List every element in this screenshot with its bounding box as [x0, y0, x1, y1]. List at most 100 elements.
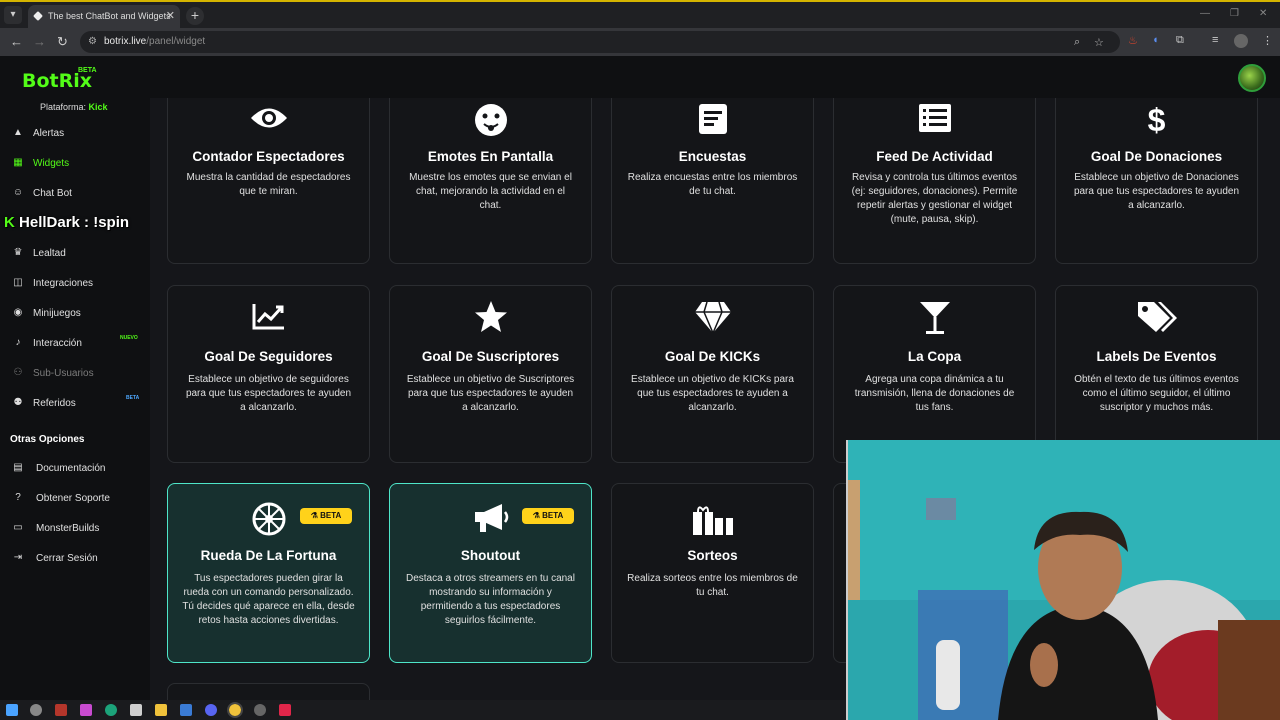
app-icon[interactable] — [180, 704, 192, 716]
users-icon: ⚇ — [13, 367, 23, 378]
media-controls-icon[interactable]: ≡ — [1212, 34, 1218, 46]
widget-card-rueda-de-la-fortuna[interactable]: ⚗ BETA Rueda De La Fortuna Tus espectado… — [167, 483, 370, 663]
browser-menu-icon[interactable]: ⋮ — [1262, 34, 1273, 47]
tags-icon — [1056, 300, 1257, 334]
sidebar-item-sub-usuarios[interactable]: ⚇ Sub-Usuarios — [0, 361, 150, 387]
widget-card-sorteos[interactable]: Sorteos Realiza sorteos entre los miembr… — [611, 483, 814, 663]
restore-icon[interactable]: ❐ — [1230, 8, 1239, 19]
widget-card-goal-de-suscriptores[interactable]: Goal De Suscriptores Establece un objeti… — [389, 285, 592, 463]
other-options-title: Otras Opciones — [10, 434, 85, 445]
discord-icon[interactable] — [205, 704, 217, 716]
address-bar[interactable]: ⚙ botrix.live/panel/widget ⌕ ☆ — [80, 31, 1120, 53]
profile-icon[interactable] — [1234, 34, 1248, 48]
extensions-icon[interactable]: ⧉ — [1176, 34, 1184, 47]
trophy-icon: ♛ — [13, 247, 23, 258]
tab-close-icon[interactable]: ✕ — [166, 5, 175, 28]
widget-card-partial-bottom[interactable] — [167, 683, 370, 700]
robot-icon: ☺ — [12, 187, 24, 198]
site-favicon-icon — [33, 11, 43, 21]
sidebar-item-widgets[interactable]: ▦ Widgets — [0, 151, 150, 177]
widget-card-labels-de-eventos[interactable]: Labels De Eventos Obtén el texto de tus … — [1055, 285, 1258, 463]
widget-card-contador-espectadores[interactable]: Contador Espectadores Muestra la cantida… — [167, 98, 370, 264]
chat-username: HellDark — [19, 214, 80, 231]
zoom-icon[interactable]: ⌕ — [1074, 36, 1080, 49]
gifts-icon — [612, 502, 813, 536]
poll-icon — [612, 103, 813, 137]
close-window-icon[interactable]: ✕ — [1259, 8, 1267, 19]
dollar-icon: $ — [1147, 102, 1166, 138]
widget-card-encuestas[interactable]: Encuestas Realiza encuestas entre los mi… — [611, 98, 814, 264]
logo-beta-badge: BETA — [78, 67, 97, 74]
diamond-icon — [612, 300, 813, 334]
search-icon[interactable] — [30, 704, 42, 716]
browser-tab-bar: ▾ The best ChatBot and Widgets ✕ + — ❐ ✕ — [0, 0, 1280, 28]
sidebar-item-chat-bot[interactable]: ☺ Chat Bot — [0, 181, 150, 207]
app-icon[interactable] — [130, 704, 142, 716]
widget-card-goal-de-kicks[interactable]: Goal De KICKs Establece un objetivo de K… — [611, 285, 814, 463]
extension-fire-icon[interactable]: ♨ — [1128, 34, 1138, 47]
laptop-icon: ▭ — [13, 522, 23, 533]
app-icon[interactable] — [254, 704, 266, 716]
widget-card-feed-de-actividad[interactable]: Feed De Actividad Revisa y controla tus … — [833, 98, 1036, 264]
tab-search-button[interactable]: ▾ — [4, 6, 22, 24]
app-icon[interactable] — [279, 704, 291, 716]
kick-chat-icon: K — [4, 214, 15, 231]
minimize-icon[interactable]: — — [1200, 8, 1210, 19]
browser-tab[interactable]: The best ChatBot and Widgets ✕ — [28, 5, 180, 28]
widget-card-shoutout[interactable]: ⚗ BETA Shoutout Destaca a otros streamer… — [389, 483, 592, 663]
cocktail-icon — [834, 300, 1035, 334]
grid-icon: ▦ — [13, 157, 23, 168]
reload-icon[interactable]: ↻ — [57, 34, 68, 50]
app-icon[interactable] — [55, 704, 67, 716]
music-icon: ♪ — [15, 337, 21, 348]
app-icon[interactable] — [80, 704, 92, 716]
sidebar-item-alertas[interactable]: ▲ Alertas — [0, 121, 150, 147]
url-text: botrix.live/panel/widget — [104, 36, 206, 47]
sidebar-item-monsterbuilds[interactable]: ▭ MonsterBuilds — [0, 516, 150, 542]
beta-badge: ⚗ BETA — [300, 508, 352, 524]
widget-card-la-copa[interactable]: La Copa Agrega una copa dinámica a tu tr… — [833, 285, 1036, 463]
book-icon: ▤ — [13, 462, 23, 473]
nuevo-badge: NUEVO — [120, 335, 138, 341]
bookmark-star-icon[interactable]: ☆ — [1094, 36, 1104, 49]
folder-icon[interactable] — [155, 704, 167, 716]
widget-card-goal-de-donaciones[interactable]: $ Goal De Donaciones Establece un objeti… — [1055, 98, 1258, 264]
sidebar-item-documentacion[interactable]: ▤ Documentación — [0, 456, 150, 482]
app-header: BotRix BETA — [0, 56, 1280, 98]
sidebar-item-soporte[interactable]: ? Obtener Soporte — [0, 486, 150, 512]
forward-icon[interactable]: → — [33, 34, 46, 49]
people-icon: ⚉ — [13, 397, 23, 408]
logout-icon: ⇥ — [13, 552, 23, 563]
sidebar-item-interaccion[interactable]: ♪ Interacción NUEVO — [0, 331, 150, 357]
tab-title: The best ChatBot and Widgets — [48, 11, 171, 21]
eye-icon — [168, 103, 369, 137]
user-avatar[interactable] — [1238, 64, 1266, 92]
sidebar-item-referidos[interactable]: ⚉ Referidos BETA — [0, 391, 150, 417]
sidebar-item-integraciones[interactable]: ◫ Integraciones — [0, 271, 150, 297]
help-icon: ? — [15, 492, 21, 503]
plug-icon: ◫ — [13, 277, 23, 288]
stream-chat-overlay: K HellDark : !spin — [4, 214, 129, 231]
sidebar-item-minijuegos[interactable]: ◉ Minijuegos — [0, 301, 150, 327]
browser-toolbar: ← → ↻ ⚙ botrix.live/panel/widget ⌕ ☆ ♨ ◖… — [0, 28, 1280, 56]
warning-icon: ▲ — [13, 127, 23, 138]
sidebar-item-lealtad[interactable]: ♛ Lealtad — [0, 241, 150, 267]
chat-message: : !spin — [79, 214, 130, 231]
star-icon — [390, 300, 591, 334]
chrome-icon[interactable] — [227, 702, 243, 718]
chart-up-icon — [168, 302, 369, 336]
new-tab-button[interactable]: + — [186, 7, 204, 25]
emoji-icon — [390, 103, 591, 137]
widget-card-emotes-en-pantalla[interactable]: Emotes En Pantalla Muestre los emotes qu… — [389, 98, 592, 264]
extension-audio-icon[interactable]: ◖ — [1152, 34, 1159, 46]
edge-icon[interactable] — [105, 704, 117, 716]
site-info-icon[interactable]: ⚙ — [88, 36, 97, 47]
platform-indicator: Plataforma: Kick — [40, 102, 108, 112]
start-icon[interactable] — [6, 704, 18, 716]
beta-badge: ⚗ BETA — [522, 508, 574, 524]
widget-card-goal-de-seguidores[interactable]: Goal De Seguidores Establece un objetivo… — [167, 285, 370, 463]
gamepad-icon: ◉ — [13, 307, 23, 318]
sidebar-item-cerrar-sesion[interactable]: ⇥ Cerrar Sesión — [0, 546, 150, 572]
back-icon[interactable]: ← — [10, 34, 23, 49]
list-icon — [834, 103, 1035, 137]
